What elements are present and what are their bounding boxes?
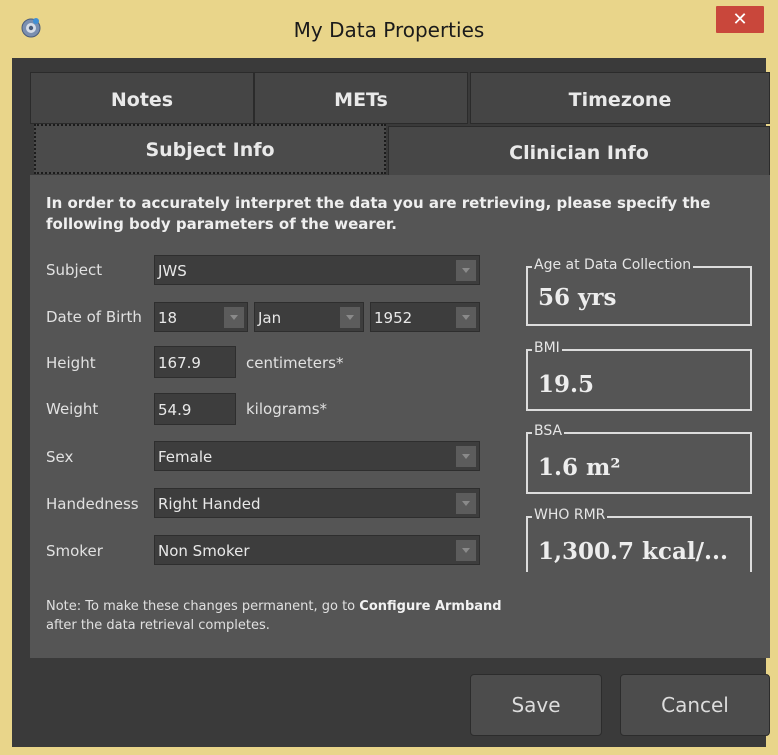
- age-value: 56 yrs: [538, 284, 617, 311]
- cancel-button[interactable]: Cancel: [620, 674, 770, 736]
- height-label: Height: [46, 354, 96, 372]
- note-text: Note: To make these changes permanent, g…: [46, 597, 502, 635]
- tab-notes[interactable]: Notes: [30, 72, 254, 124]
- subject-info-panel: In order to accurately interpret the dat…: [30, 175, 770, 658]
- tab-label: METs: [334, 89, 388, 111]
- dob-day-value: 18: [158, 309, 178, 327]
- tab-label: Timezone: [568, 89, 672, 111]
- weight-value: 54.9: [158, 401, 192, 419]
- who-rmr-box: WHO RMR 1,300.7 kcal/...: [526, 507, 752, 572]
- chevron-down-icon[interactable]: [224, 307, 244, 328]
- chevron-down-icon[interactable]: [456, 540, 476, 561]
- bsa-box: BSA 1.6 m²: [526, 423, 752, 494]
- sex-label: Sex: [46, 448, 74, 466]
- window-title: My Data Properties: [293, 18, 485, 42]
- chevron-down-icon[interactable]: [340, 307, 360, 328]
- weight-input[interactable]: 54.9: [154, 393, 236, 425]
- tab-subject-info[interactable]: Subject Info: [34, 124, 386, 174]
- dob-day-select[interactable]: 18: [154, 302, 248, 332]
- height-input[interactable]: 167.9: [154, 346, 236, 378]
- dob-month-value: Jan: [258, 309, 282, 327]
- height-value: 167.9: [158, 354, 201, 372]
- subject-label: Subject: [46, 261, 103, 279]
- bsa-value: 1.6 m²: [538, 454, 621, 481]
- chevron-down-icon[interactable]: [456, 493, 476, 514]
- close-button[interactable]: ✕: [716, 6, 764, 33]
- handedness-value: Right Handed: [158, 495, 261, 513]
- tab-label: Notes: [110, 89, 174, 111]
- dob-year-select[interactable]: 1952: [370, 302, 480, 332]
- bmi-legend: BMI: [532, 340, 562, 356]
- subject-select[interactable]: JWS: [154, 255, 480, 285]
- configure-armband-link[interactable]: Configure Armband: [359, 599, 501, 614]
- dialog-window: My Data Properties ✕ Notes METs Timezone…: [0, 0, 778, 755]
- smoker-value: Non Smoker: [158, 542, 250, 560]
- tab-mets[interactable]: METs: [254, 72, 468, 124]
- sex-select[interactable]: Female: [154, 441, 480, 471]
- save-button[interactable]: Save: [470, 674, 602, 736]
- smoker-select[interactable]: Non Smoker: [154, 535, 480, 565]
- note-suffix: after the data retrieval completes.: [46, 618, 270, 633]
- dob-year-value: 1952: [374, 309, 413, 327]
- bmi-box: BMI 19.5: [526, 340, 752, 411]
- chevron-down-icon[interactable]: [456, 307, 476, 328]
- weight-label: Weight: [46, 400, 99, 418]
- bmi-value: 19.5: [538, 371, 595, 398]
- chevron-down-icon[interactable]: [456, 446, 476, 467]
- smoker-label: Smoker: [46, 542, 103, 560]
- tab-label: Subject Info: [145, 139, 275, 161]
- handedness-select[interactable]: Right Handed: [154, 488, 480, 518]
- tab-timezone[interactable]: Timezone: [470, 72, 770, 124]
- bsa-legend: BSA: [532, 423, 565, 439]
- title-bar[interactable]: My Data Properties ✕: [0, 0, 778, 56]
- handedness-label: Handedness: [46, 495, 139, 513]
- height-unit: centimeters*: [246, 354, 344, 372]
- intro-text: In order to accurately interpret the dat…: [46, 194, 711, 233]
- who-rmr-value: 1,300.7 kcal/...: [538, 538, 729, 565]
- chevron-down-icon[interactable]: [456, 260, 476, 281]
- tab-clinician-info[interactable]: Clinician Info: [388, 126, 770, 176]
- sex-value: Female: [158, 448, 213, 466]
- who-rmr-legend: WHO RMR: [532, 507, 608, 523]
- dob-month-select[interactable]: Jan: [254, 302, 364, 332]
- note-prefix: Note: To make these changes permanent, g…: [46, 599, 356, 614]
- age-box: Age at Data Collection 56 yrs: [526, 257, 752, 326]
- age-legend: Age at Data Collection: [532, 257, 694, 273]
- subject-value: JWS: [158, 262, 187, 280]
- weight-unit: kilograms*: [246, 400, 328, 418]
- dob-label: Date of Birth: [46, 308, 142, 326]
- tab-label: Clinician Info: [509, 142, 649, 164]
